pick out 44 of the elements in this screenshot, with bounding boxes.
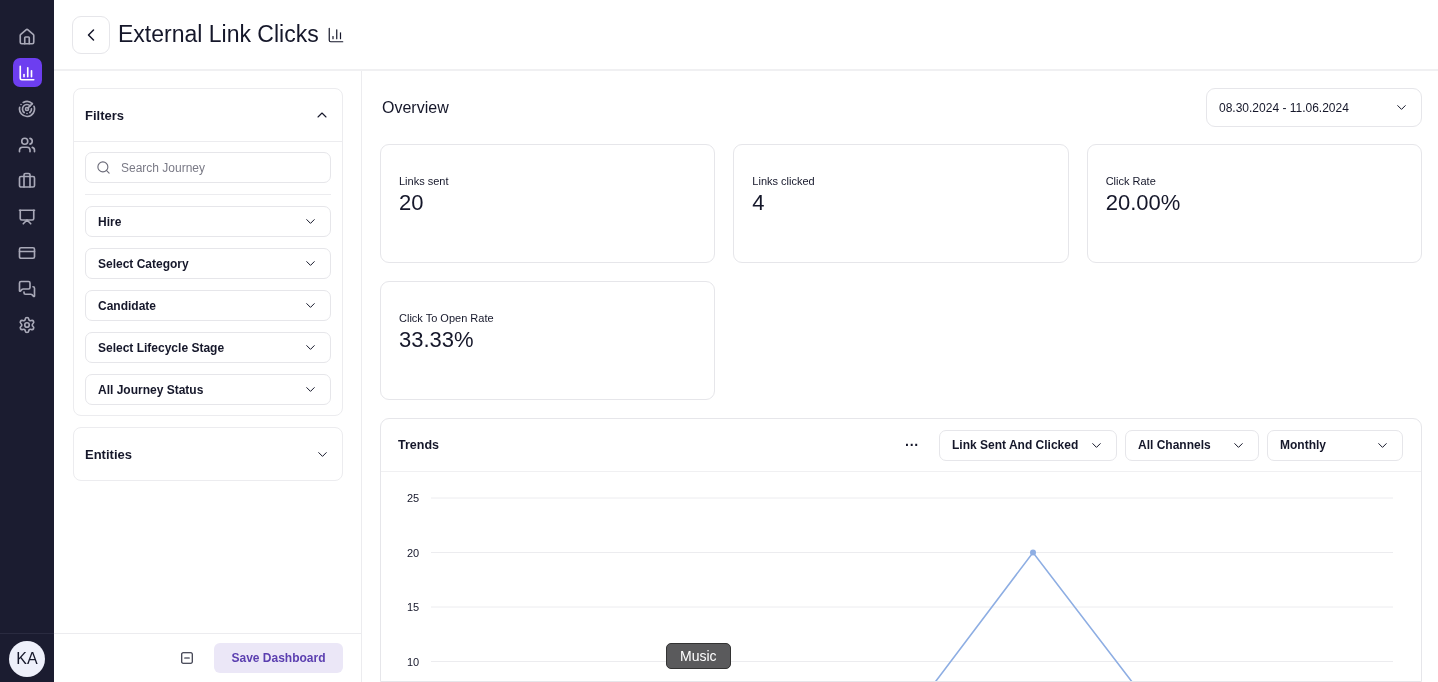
axis-label: 20 [406, 546, 420, 559]
axis-label: 10 [406, 655, 420, 668]
settings-icon [18, 315, 36, 334]
trend-dropdown[interactable]: Link Sent And Clicked [939, 429, 1117, 461]
stat-value: 4 [752, 190, 766, 216]
entities-header[interactable]: Entities [74, 428, 342, 480]
axis-label: 25 [406, 492, 420, 504]
filter-dropdown[interactable]: Hire [85, 206, 331, 237]
section-title: Overview [382, 98, 449, 117]
stat-label: Links sent [399, 175, 450, 187]
user-avatar[interactable]: KA [9, 641, 45, 677]
page-title: External Link Clicks [118, 21, 319, 48]
filters-header[interactable]: Filters [74, 89, 342, 141]
people-icon [18, 135, 36, 154]
trend-dropdown[interactable]: Monthly [1267, 429, 1403, 461]
stat-label: Click To Open Rate [399, 312, 495, 324]
stat-value: 33.33% [399, 327, 475, 353]
date-range-dropdown[interactable]: 08.30.2024 - 11.06.2024 [1206, 88, 1422, 127]
filter-dropdown[interactable]: Select Lifecycle Stage [85, 332, 331, 363]
save-dashboard-button[interactable]: Save Dashboard [214, 643, 343, 673]
stat-value: 20.00% [1105, 190, 1182, 216]
briefcase-icon [18, 171, 36, 190]
bar-chart-icon [18, 63, 36, 82]
tooltip: Music [666, 643, 731, 669]
axis-label: 15 [406, 601, 420, 613]
filter-dropdown[interactable]: Select Category [85, 248, 331, 279]
minus-square-icon [180, 651, 194, 665]
bar-chart-icon [326, 25, 345, 44]
presentation-icon [18, 207, 36, 226]
stat-value: 20 [399, 190, 425, 216]
chat-icon [18, 279, 36, 298]
stat-label: Click Rate [1105, 175, 1157, 187]
search-icon [96, 160, 111, 175]
home-icon [18, 27, 36, 46]
more-button[interactable]: ··· [893, 437, 931, 453]
card-title: Trends [398, 438, 440, 452]
nav-item[interactable] [12, 58, 42, 87]
collapse-button[interactable] [180, 651, 194, 665]
stat-label: Links clicked [752, 175, 816, 187]
radar-icon [18, 99, 36, 118]
trend-dropdown[interactable]: All Channels [1125, 429, 1259, 461]
filter-dropdown[interactable]: Candidate [85, 290, 331, 321]
filter-dropdown[interactable]: All Journey Status [85, 374, 331, 405]
search-field[interactable]: Search Journey [85, 152, 331, 183]
